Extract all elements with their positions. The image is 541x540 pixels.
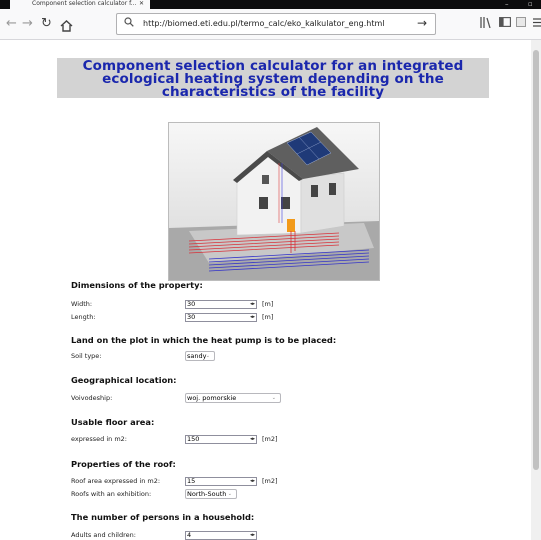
reload-icon[interactable]: ↻: [41, 17, 52, 31]
page-title-box: Component selection calculator for an in…: [57, 58, 489, 100]
roof-area-label: Roof area expressed in m2:: [71, 477, 161, 485]
browser-toolbar: ← → ↻ http://biomed.eti.edu.pl/termo_cal…: [0, 9, 541, 40]
floor-area-unit: [m2]: [262, 435, 278, 443]
section-roof: Properties of the roof:: [71, 459, 176, 469]
roof-area-value: 15: [187, 477, 196, 485]
page-viewport: Component selection calculator for an in…: [0, 40, 531, 540]
length-unit: [m]: [262, 313, 274, 321]
home-icon[interactable]: [60, 17, 73, 36]
roof-area-input[interactable]: 15 ◂▸: [185, 477, 257, 486]
section-persons: The number of persons in a household:: [71, 512, 255, 522]
spinner-icon[interactable]: ◂▸: [250, 478, 255, 485]
section-location: Geographical location:: [71, 375, 177, 385]
minimize-icon[interactable]: –: [505, 0, 509, 8]
soil-label: Soil type:: [71, 352, 102, 360]
width-label: Width:: [71, 300, 93, 308]
spinner-icon[interactable]: ◂▸: [250, 301, 255, 308]
persons-label: Adults and children:: [71, 531, 136, 539]
spinner-icon[interactable]: ◂▸: [250, 532, 255, 539]
back-icon[interactable]: ←: [6, 17, 17, 31]
house-illustration: [168, 122, 380, 281]
tab-strip: Component selection calculator f... ✕ – …: [0, 0, 541, 9]
spinner-icon[interactable]: ◂▸: [250, 314, 255, 321]
scrollbar-thumb[interactable]: [533, 50, 539, 470]
voivodeship-value: woj. pomorskie: [187, 394, 237, 402]
url-bar[interactable]: http://biomed.eti.edu.pl/termo_calc/eko_…: [116, 13, 436, 35]
roof-exposure-value: North-South: [187, 490, 227, 498]
voivodeship-label: Voivodeship:: [71, 394, 113, 402]
chevron-down-icon: ⌄: [271, 395, 276, 401]
chevron-down-icon: ⌄: [205, 353, 210, 359]
section-floor: Usable floor area:: [71, 417, 155, 427]
persons-input[interactable]: 4 ◂▸: [185, 531, 257, 540]
sidebar-icon[interactable]: [499, 17, 511, 30]
menu-icon[interactable]: [533, 17, 541, 30]
chevron-down-icon: ⌄: [227, 491, 232, 497]
extension-icon[interactable]: [516, 17, 526, 30]
voivodeship-select[interactable]: woj. pomorskie ⌄: [185, 393, 281, 403]
length-label: Length:: [71, 313, 96, 321]
roof-exposure-label: Roofs with an exhibition:: [71, 490, 152, 498]
width-input[interactable]: 30 ◂▸: [185, 300, 257, 309]
soil-value: sandy: [187, 352, 207, 360]
width-value: 30: [187, 300, 196, 308]
tab-close-icon[interactable]: ✕: [139, 0, 144, 7]
tab-title: Component selection calculator f...: [32, 0, 137, 7]
floor-area-value: 150: [187, 435, 200, 443]
width-unit: [m]: [262, 300, 274, 308]
library-icon[interactable]: [480, 17, 492, 31]
forward-icon[interactable]: →: [22, 17, 33, 31]
roof-exposure-select[interactable]: North-South ⌄: [185, 489, 237, 499]
length-value: 30: [187, 313, 196, 321]
go-arrow-icon[interactable]: →: [417, 16, 427, 30]
roof-area-unit: [m2]: [262, 477, 278, 485]
section-dimensions: Dimensions of the property:: [71, 280, 203, 290]
page-scrollbar[interactable]: [531, 40, 541, 540]
floor-area-input[interactable]: 150 ◂▸: [185, 435, 257, 444]
spinner-icon[interactable]: ◂▸: [250, 436, 255, 443]
section-land: Land on the plot in which the heat pump …: [71, 335, 337, 345]
browser-tab[interactable]: Component selection calculator f...: [10, 0, 150, 9]
search-icon: [124, 17, 134, 30]
length-input[interactable]: 30 ◂▸: [185, 313, 257, 322]
url-text[interactable]: http://biomed.eti.edu.pl/termo_calc/eko_…: [143, 18, 385, 30]
floor-area-label: expressed in m2:: [71, 435, 127, 443]
page-title: Component selection calculator for an in…: [82, 58, 464, 100]
persons-value: 4: [187, 531, 192, 539]
maximize-icon[interactable]: ▫: [528, 0, 533, 8]
soil-select[interactable]: sandy ⌄: [185, 351, 215, 361]
